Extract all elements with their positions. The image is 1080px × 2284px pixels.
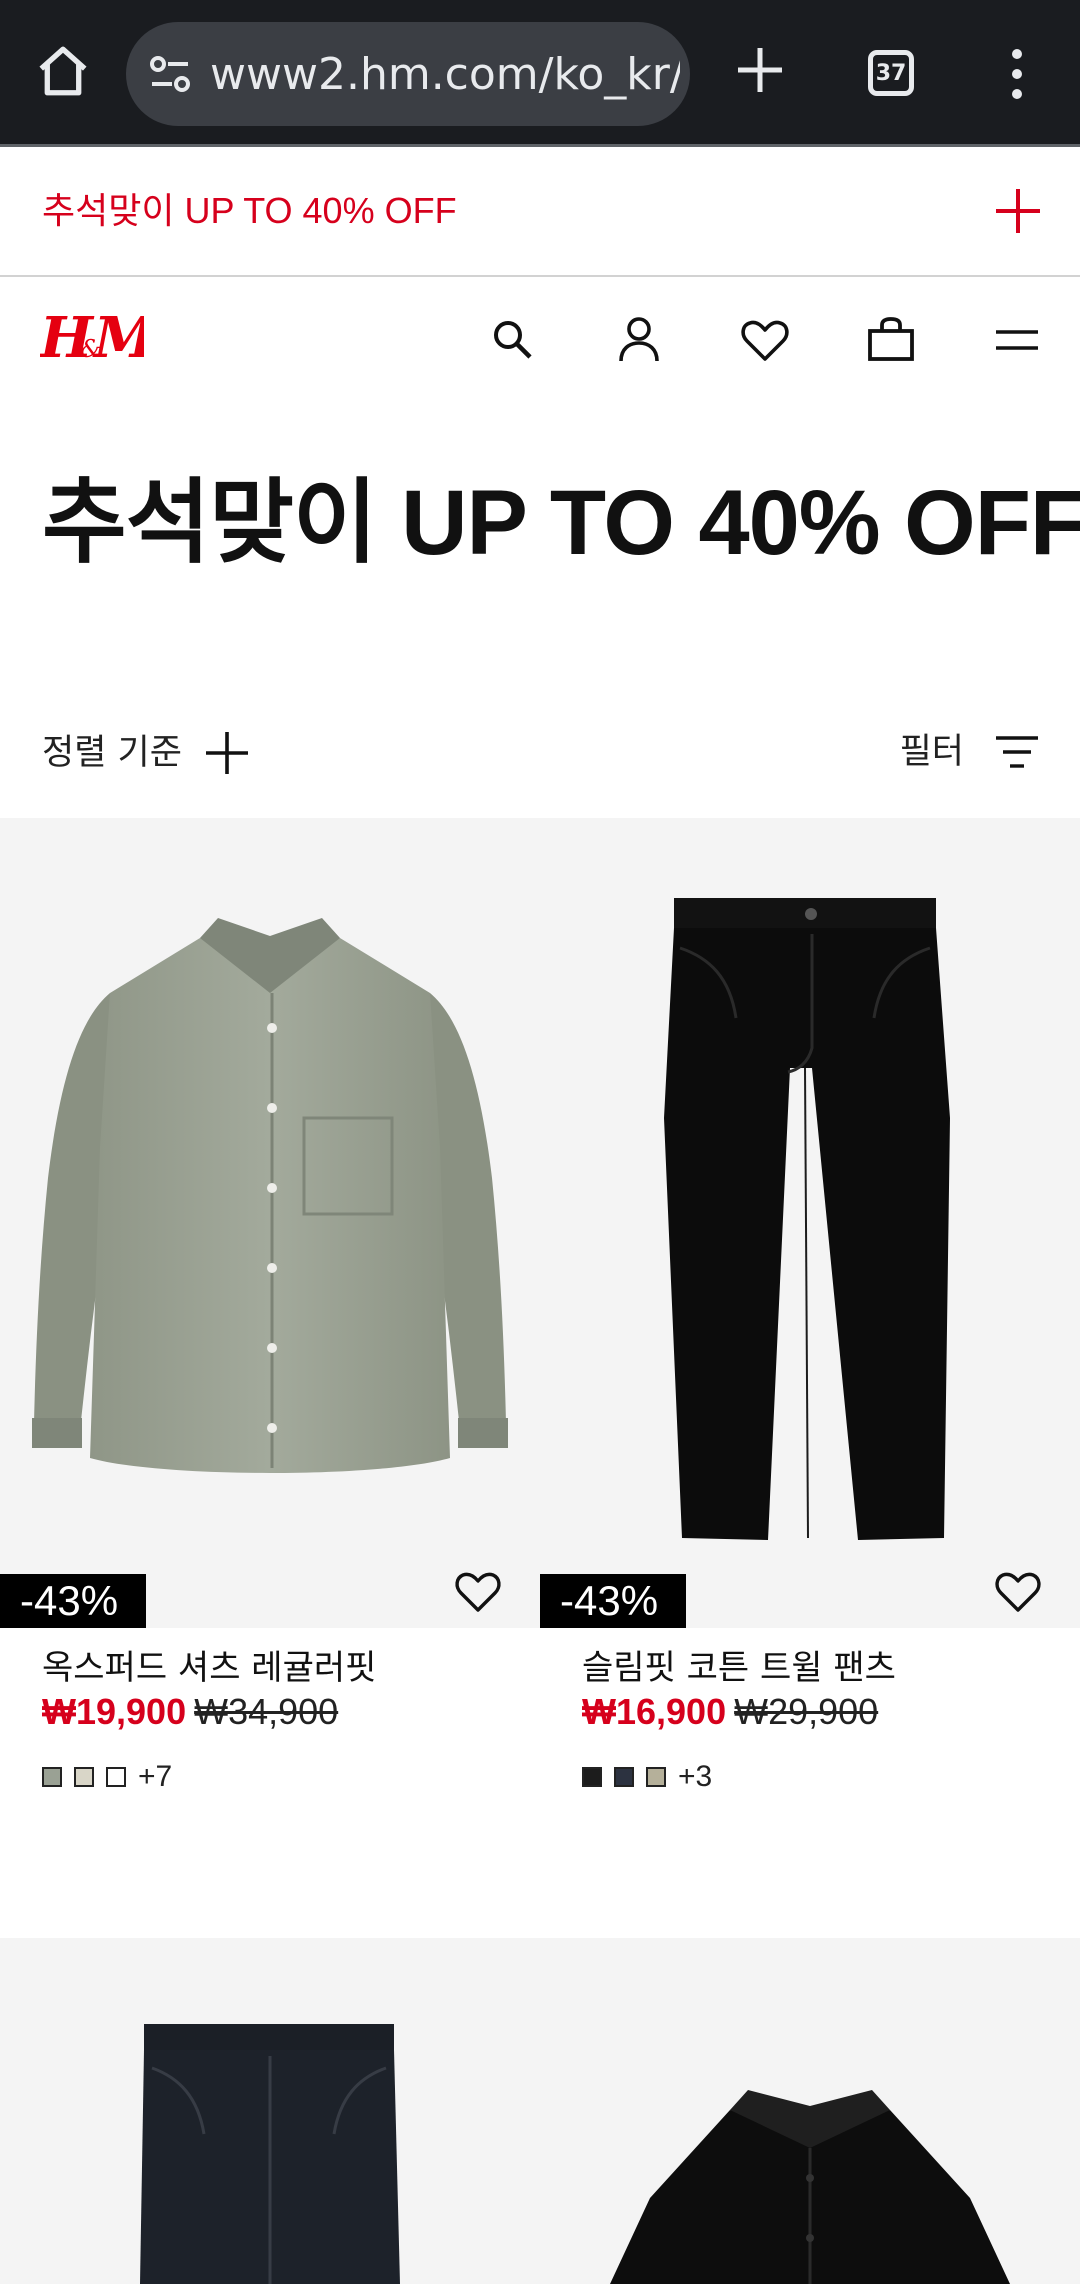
search-icon[interactable] (486, 313, 540, 367)
product-image-pants[interactable] (540, 818, 1080, 1628)
new-tab-icon[interactable] (730, 40, 790, 100)
product-name[interactable]: 옥스퍼드 셔츠 레귤러핏 (42, 1646, 376, 1690)
home-icon[interactable] (30, 38, 96, 104)
page-title: 추석맞이 UP TO 40% OFF (42, 472, 1080, 574)
heart-icon[interactable] (454, 1570, 502, 1614)
url-text[interactable]: www2.hm.com/ko_kr/ (210, 48, 680, 102)
tab-count: 37 (875, 60, 907, 86)
shopping-bag-icon[interactable] (864, 313, 918, 367)
product-price: ₩19,900 ₩34,900 (42, 1690, 338, 1734)
more-colors: +7 (138, 1760, 173, 1793)
discount-badge: -43% (540, 1574, 686, 1628)
color-swatches: +7 (42, 1760, 172, 1794)
sale-price: ₩19,900 (42, 1691, 187, 1732)
original-price: ₩34,900 (194, 1691, 339, 1732)
hm-logo[interactable]: H & M (38, 299, 158, 371)
filter-label: 필터 (899, 732, 964, 772)
product-name[interactable]: 슬림핏 코튼 트윌 팬츠 (582, 1646, 896, 1690)
color-swatch[interactable] (42, 1767, 62, 1787)
product-row-next (0, 1938, 1080, 2284)
browser-toolbar: www2.hm.com/ko_kr/ 37 (0, 0, 1080, 147)
site-header: H & M (0, 277, 1080, 407)
promo-banner[interactable]: 추석맞이 UP TO 40% OFF (0, 147, 1080, 277)
discount-badge: -43% (0, 1574, 146, 1628)
color-swatches: +3 (582, 1760, 712, 1794)
overflow-menu-icon[interactable] (1000, 44, 1034, 104)
color-swatch[interactable] (582, 1767, 602, 1787)
filter-button[interactable]: 필터 (900, 730, 1040, 774)
product-image-shirt[interactable] (0, 818, 540, 1628)
sort-filter-bar: 정렬 기준 필터 (0, 724, 1080, 788)
product-image-black-shirt[interactable] (540, 1938, 1080, 2284)
sort-button[interactable]: 정렬 기준 (42, 730, 250, 776)
original-price: ₩29,900 (734, 1691, 879, 1732)
color-swatch[interactable] (646, 1767, 666, 1787)
account-icon[interactable] (612, 313, 666, 367)
color-swatch[interactable] (74, 1767, 94, 1787)
site-settings-icon[interactable] (148, 54, 192, 94)
expand-plus-icon[interactable] (994, 187, 1042, 235)
address-bar[interactable]: www2.hm.com/ko_kr/ (126, 22, 690, 126)
color-swatch[interactable] (106, 1767, 126, 1787)
favorites-icon[interactable] (738, 313, 792, 367)
promo-text[interactable]: 추석맞이 UP TO 40% OFF (42, 189, 457, 233)
product-price: ₩16,900 ₩29,900 (582, 1690, 878, 1734)
hamburger-menu-icon[interactable] (990, 313, 1044, 367)
heart-icon[interactable] (994, 1570, 1042, 1614)
color-swatch[interactable] (614, 1767, 634, 1787)
svg-text:M: M (92, 305, 144, 369)
product-image-dark-pants[interactable] (0, 1938, 540, 2284)
tab-switcher-icon[interactable]: 37 (868, 50, 914, 96)
filter-icon (996, 736, 1038, 768)
plus-icon (205, 732, 248, 774)
sort-label: 정렬 기준 (42, 733, 182, 773)
more-colors: +3 (678, 1760, 713, 1793)
sale-price: ₩16,900 (582, 1691, 727, 1732)
